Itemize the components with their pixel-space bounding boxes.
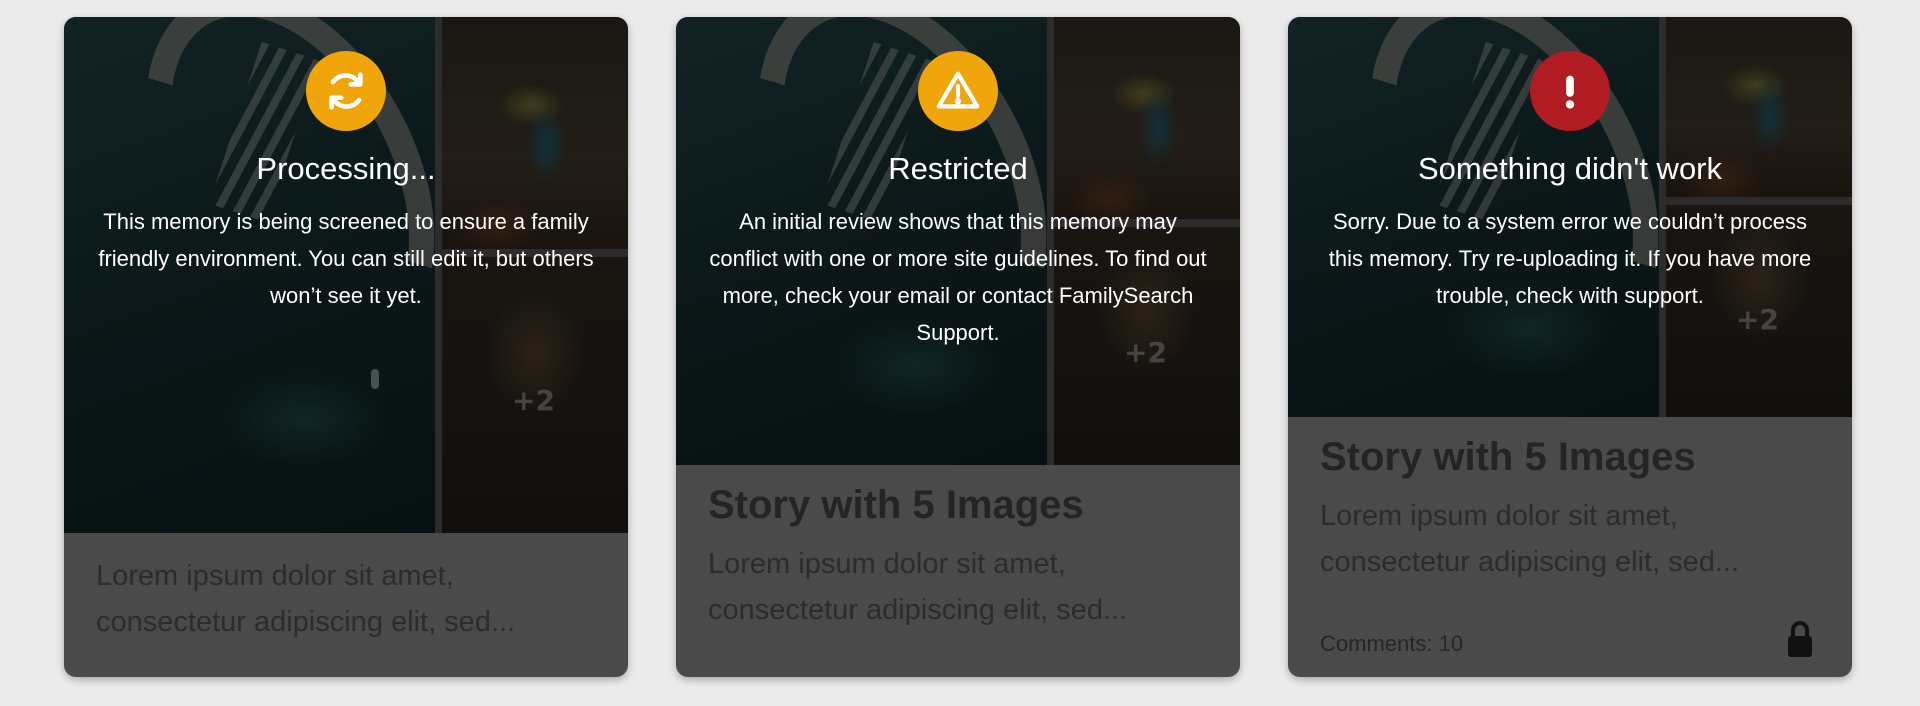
comments-count[interactable]: Comments: 10 [1320,631,1463,657]
memory-card-body: Story with 5 Images Lorem ipsum dolor si… [676,479,1240,633]
memory-card[interactable]: +2 Restricted An initial review shows th… [676,17,1240,677]
memory-card[interactable]: +2 Something didn't work Sorry. Due to a… [1288,17,1852,677]
status-overlay: Processing... This memory is being scree… [64,17,628,314]
memory-card[interactable]: +2 Processing... This memory is being sc… [64,17,628,677]
lock-icon [1788,621,1812,657]
memory-description: Lorem ipsum dolor sit amet, consectetur … [1320,500,1740,578]
status-overlay: Restricted An initial review shows that … [676,17,1240,351]
status-overlay: Something didn't work Sorry. Due to a sy… [1288,17,1852,314]
status-message: Sorry. Due to a system error we couldn’t… [1328,209,1812,308]
memory-description: Lorem ipsum dolor sit amet, consectetur … [96,560,516,638]
refresh-icon [306,51,386,131]
status-title: Processing... [256,151,436,186]
status-title: Something didn't work [1417,151,1723,186]
memory-title: Story with 5 Images [708,483,1084,527]
memory-description: Lorem ipsum dolor sit amet, consectetur … [708,548,1128,626]
memory-card-body: Lorem ipsum dolor sit amet, consectetur … [64,553,628,645]
memory-title: Story with 5 Images [1320,435,1696,479]
status-title: Restricted [888,151,1028,186]
memory-card-body: Story with 5 Images Lorem ipsum dolor si… [1288,431,1852,585]
status-message: An initial review shows that this memory… [709,209,1207,345]
status-message: This memory is being screened to ensure … [98,209,594,308]
warning-icon [918,51,998,131]
exclamation-icon [1530,51,1610,131]
